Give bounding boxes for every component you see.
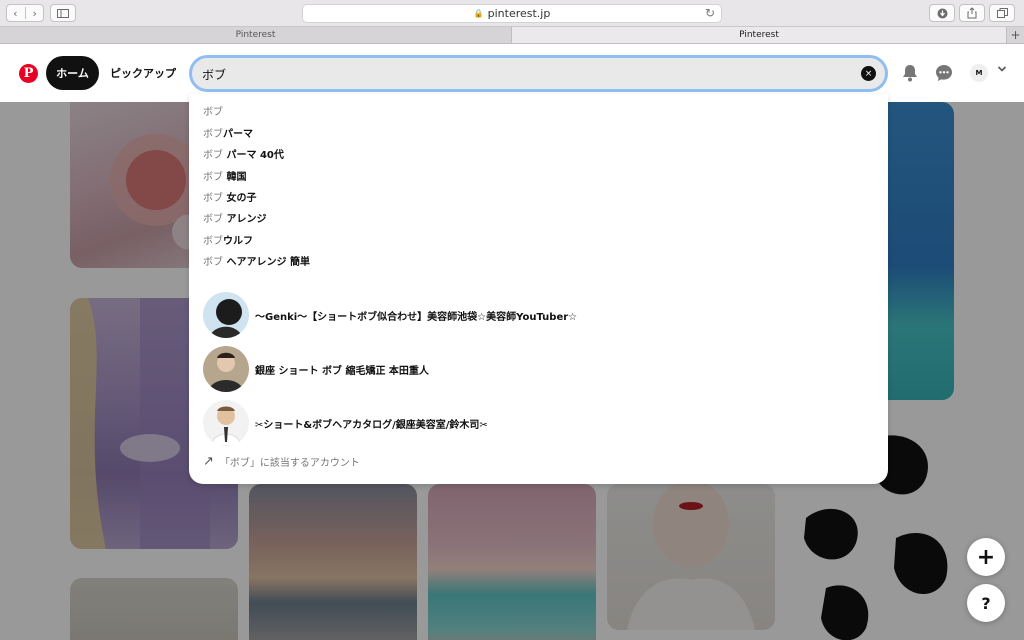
suggestion-item[interactable]: ボブ [203, 101, 223, 119]
suggestion-item[interactable]: ボブ パーマ 40代 [203, 144, 284, 162]
address-bar[interactable]: 🔒 pinterest.jp ↻ [302, 4, 722, 23]
tab-pinterest-1[interactable]: Pinterest [0, 27, 512, 43]
pinterest-logo-icon[interactable]: P [19, 64, 38, 83]
address-url: pinterest.jp [487, 7, 551, 20]
back-icon[interactable]: ‹ [13, 7, 17, 20]
downloads-button[interactable] [929, 4, 955, 22]
account-avatar [203, 400, 249, 446]
share-button[interactable] [959, 4, 985, 22]
account-result[interactable]: 銀座 ショート ボブ 縮毛矯正 本田重人 [203, 346, 429, 392]
back-forward-buttons[interactable]: ‹ › [6, 4, 44, 22]
share-icon [967, 7, 977, 19]
more-accounts-link[interactable]: ↗ 「ボブ」に該当するアカウント [203, 453, 360, 469]
suggestion-item[interactable]: ボブ ウルフ [203, 230, 253, 248]
browser-toolbar: ‹ › 🔒 pinterest.jp ↻ [0, 0, 1024, 27]
suggestion-item[interactable]: ボブ 女の子 [203, 187, 256, 205]
notifications-bell-icon[interactable] [900, 63, 920, 83]
account-name: 〜Genki〜【ショートボブ似合わせ】美容師池袋☆美容師YouTuber☆ [255, 311, 578, 323]
account-result[interactable]: 〜Genki〜【ショートボブ似合わせ】美容師池袋☆美容師YouTuber☆ [203, 292, 577, 338]
suggestion-item[interactable]: ボブ ヘアアレンジ 簡単 [203, 251, 310, 269]
account-result[interactable]: ✂︎ショート&ボブヘアカタログ/銀座美容室/鈴木司✂︎ [203, 400, 488, 446]
nav-home-button[interactable]: ホーム [46, 56, 99, 90]
search-suggestions-dropdown: ボブ ボブ パーマ ボブ パーマ 40代 ボブ 韓国 ボブ 女の子 ボブ アレンジ… [189, 94, 888, 484]
search-box[interactable]: × [189, 55, 888, 92]
account-avatar [203, 346, 249, 392]
arrow-up-right-icon: ↗ [203, 453, 214, 469]
tab-pinterest-2[interactable]: Pinterest [512, 27, 1007, 43]
messages-icon[interactable] [934, 63, 954, 83]
help-button[interactable]: ? [967, 584, 1005, 622]
new-tab-button[interactable]: + [1007, 27, 1024, 43]
add-button[interactable]: + [967, 538, 1005, 576]
suggestion-item[interactable]: ボブ アレンジ [203, 208, 266, 226]
tab-bar: Pinterest Pinterest + [0, 27, 1024, 44]
tabs-button[interactable] [989, 4, 1015, 22]
user-avatar[interactable]: M [970, 64, 988, 82]
account-name: 銀座 ショート ボブ 縮毛矯正 本田重人 [255, 365, 429, 377]
sidebar-icon [57, 8, 69, 18]
account-name: ✂︎ショート&ボブヘアカタログ/銀座美容室/鈴木司✂︎ [255, 419, 488, 431]
suggestion-item[interactable]: ボブ 韓国 [203, 166, 246, 184]
lock-icon: 🔒 [473, 9, 484, 18]
account-avatar [203, 292, 249, 338]
tabs-overview-icon [996, 8, 1008, 18]
reload-icon[interactable]: ↻ [705, 6, 715, 20]
more-accounts-label: 「ボブ」に該当するアカウント [219, 457, 360, 469]
forward-icon[interactable]: › [33, 7, 37, 20]
sidebar-button[interactable] [50, 4, 76, 22]
search-input[interactable] [202, 64, 842, 84]
account-chevron-down-icon[interactable] [997, 64, 1007, 77]
download-icon [937, 8, 947, 18]
nav-pickup-button[interactable]: ピックアップ [104, 56, 182, 90]
suggestion-item[interactable]: ボブ パーマ [203, 123, 253, 141]
clear-search-icon[interactable]: × [861, 66, 876, 81]
